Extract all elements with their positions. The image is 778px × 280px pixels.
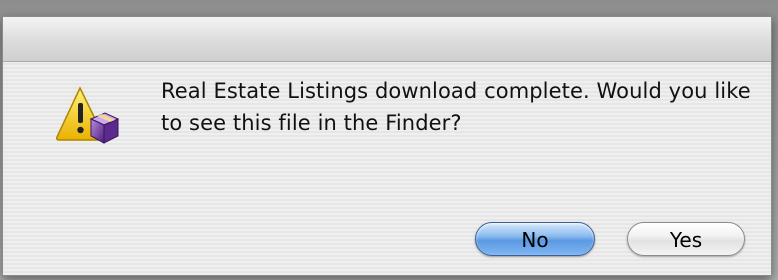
alert-dialog: Real Estate Listings download complete. … (2, 16, 772, 276)
yes-button[interactable]: Yes (627, 222, 745, 256)
caution-icon (55, 85, 121, 151)
alert-message: Real Estate Listings download complete. … (161, 79, 751, 135)
no-button[interactable]: No (475, 222, 595, 256)
dialog-title-bar[interactable] (3, 17, 771, 62)
screen-background: Real Estate Listings download complete. … (0, 0, 778, 280)
package-icon (89, 112, 120, 144)
